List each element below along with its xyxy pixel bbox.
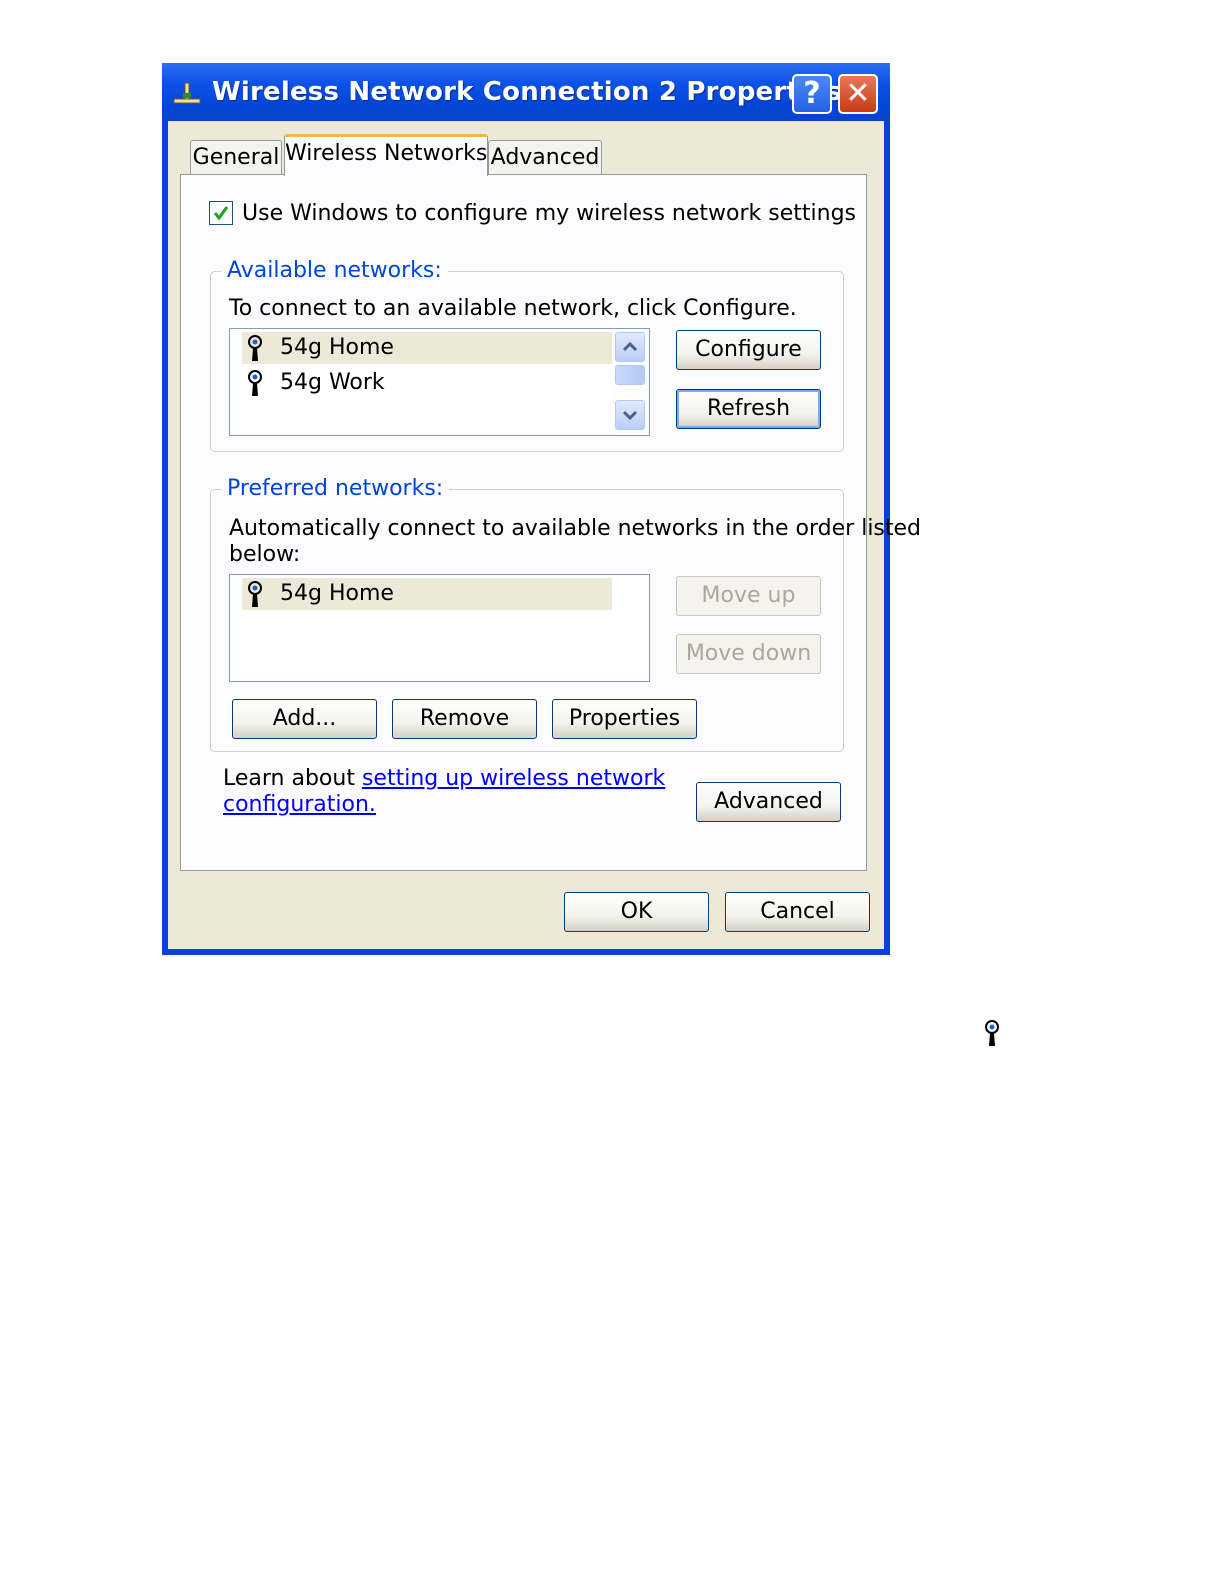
chevron-up-icon (622, 341, 638, 352)
list-item[interactable]: 54g Work (242, 367, 612, 399)
network-name: 54g Home (280, 335, 394, 360)
preferred-networks-list[interactable]: 54g Home (229, 574, 650, 682)
ok-button[interactable]: OK (564, 892, 709, 932)
available-networks-legend: Available networks: (221, 258, 448, 283)
list-item[interactable]: 54g Home (242, 578, 612, 610)
configure-button[interactable]: Configure (676, 330, 821, 370)
wireless-setup-link-continued[interactable]: configuration. (223, 792, 376, 817)
help-button[interactable]: ? (792, 74, 832, 114)
properties-button[interactable]: Properties (552, 699, 697, 739)
refresh-button[interactable]: Refresh (676, 389, 821, 429)
move-down-button[interactable]: Move down (676, 634, 821, 674)
dialog-client-area: General Wireless Networks Advanced Use W… (168, 121, 921, 949)
scroll-down-button[interactable] (615, 400, 645, 430)
checkmark-icon (213, 206, 229, 221)
title-bar[interactable]: Wireless Network Connection 2 Properties… (162, 63, 890, 121)
tab-advanced-label: Advanced (490, 145, 600, 170)
tab-wireless-networks-label: Wireless Networks (285, 141, 488, 166)
tab-wireless-networks[interactable]: Wireless Networks (284, 134, 488, 176)
remove-button[interactable]: Remove (392, 699, 537, 739)
chevron-down-icon (622, 410, 638, 421)
preferred-networks-legend: Preferred networks: (221, 476, 450, 501)
wireless-antenna-icon (248, 370, 262, 396)
close-icon: ✕ (845, 76, 871, 111)
help-icon: ? (803, 76, 821, 111)
tab-advanced[interactable]: Advanced (488, 140, 602, 176)
network-name: 54g Home (280, 581, 394, 606)
scroll-thumb[interactable] (615, 365, 645, 385)
tab-general-label: General (192, 145, 280, 170)
wireless-antenna-icon (248, 581, 262, 607)
available-networks-list[interactable]: 54g Home 54g Work (229, 328, 650, 436)
network-name: 54g Work (280, 370, 385, 395)
wireless-setup-link[interactable]: setting up wireless network (362, 766, 665, 791)
use-windows-checkbox-label[interactable]: Use Windows to configure my wireless net… (242, 201, 856, 226)
learn-about-prefix: Learn about (223, 766, 362, 791)
add-button[interactable]: Add... (232, 699, 377, 739)
preferred-networks-instruction-line1: Automatically connect to available netwo… (229, 516, 922, 541)
move-up-button[interactable]: Move up (676, 576, 821, 616)
learn-about-line1: Learn about setting up wireless network (223, 766, 665, 791)
window-title: Wireless Network Connection 2 Properties (212, 77, 842, 107)
wireless-antenna-icon (248, 335, 262, 361)
close-button[interactable]: ✕ (838, 74, 878, 114)
wireless-networks-tab-page: Use Windows to configure my wireless net… (180, 174, 921, 871)
scroll-up-button[interactable] (615, 332, 645, 362)
preferred-networks-instruction-line2: below: (229, 542, 301, 567)
available-networks-instruction: To connect to an available network, clic… (229, 296, 797, 321)
use-windows-checkbox[interactable] (209, 201, 233, 225)
network-connection-icon (173, 82, 201, 104)
cancel-button[interactable]: Cancel (725, 892, 870, 932)
advanced-button[interactable]: Advanced (696, 782, 841, 822)
list-item[interactable]: 54g Home (242, 332, 612, 364)
tab-general[interactable]: General (190, 140, 282, 176)
wireless-antenna-icon (985, 1020, 999, 1046)
properties-dialog: Wireless Network Connection 2 Properties… (162, 63, 921, 955)
vertical-scrollbar[interactable] (613, 329, 649, 435)
